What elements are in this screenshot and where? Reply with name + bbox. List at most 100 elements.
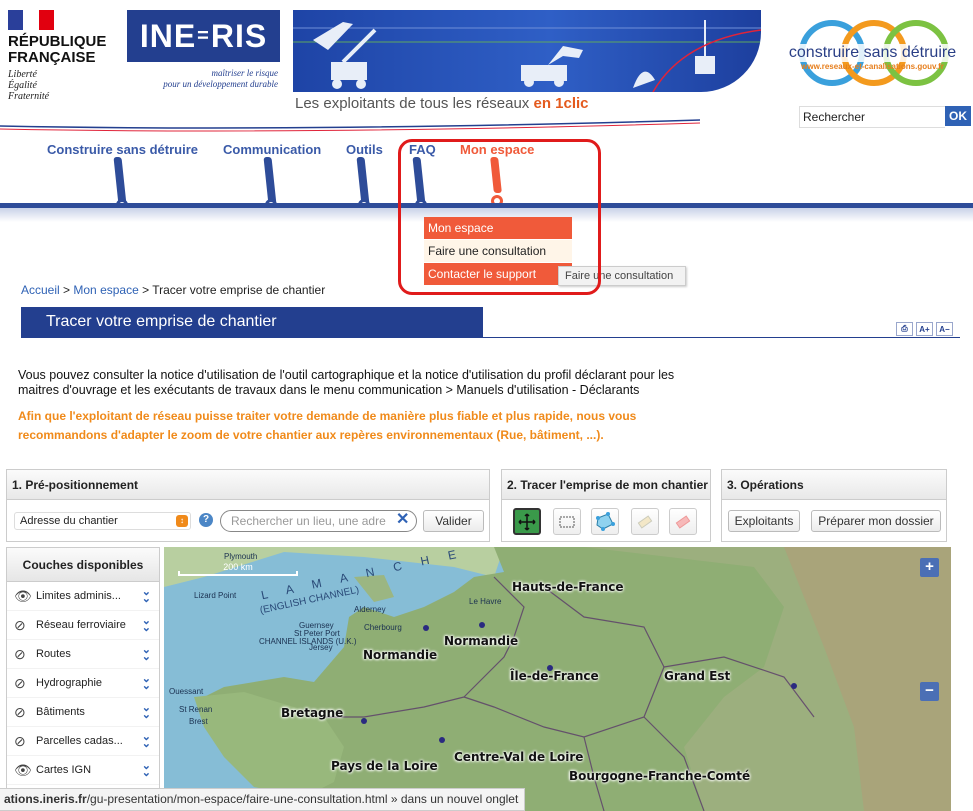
chevron-down-icon[interactable]: ⌄ ⌄ <box>142 616 151 634</box>
map-canvas[interactable]: L A M A N C H E (ENGLISH CHANNEL) Lizard… <box>164 547 951 811</box>
nav-outils[interactable]: Outils <box>346 142 383 157</box>
operations-title: 3. Opérations <box>722 470 946 500</box>
region-label: Normandie <box>363 648 438 662</box>
chevron-down-icon[interactable]: ⌄ ⌄ <box>142 761 151 779</box>
layer-row[interactable]: 👁 Limites adminis... ⌄ ⌄ <box>7 582 159 611</box>
exploitants-button[interactable]: Exploitants <box>728 510 800 532</box>
construire-sans-detruire-logo[interactable]: construire sans détruire www.reseaux-et-… <box>775 20 970 95</box>
clear-icon[interactable]: ✕ <box>396 511 409 529</box>
font-decrease-icon[interactable]: A− <box>936 322 953 336</box>
layers-title: Couches disponibles <box>7 548 159 582</box>
breadcrumb-home[interactable]: Accueil <box>21 283 60 297</box>
prepositionnement-title: 1. Pré-positionnement <box>7 470 489 500</box>
status-url-host: ations.ineris.fr <box>4 792 87 806</box>
nav-construire-sans-detruire[interactable]: Construire sans détruire <box>47 142 198 157</box>
layer-row[interactable]: ⊘ Bâtiments ⌄ ⌄ <box>7 698 159 727</box>
status-url-path: /gu-presentation/mon-espace/faire-une-co… <box>86 792 519 806</box>
layer-row[interactable]: ⊘ Parcelles cadas... ⌄ ⌄ <box>7 727 159 756</box>
nav-stem <box>113 157 127 205</box>
layer-label: Limites adminis... <box>36 590 121 602</box>
browser-status-bar: ations.ineris.fr/gu-presentation/mon-esp… <box>0 788 526 811</box>
rf-title-line1: RÉPUBLIQUE <box>8 33 107 50</box>
layer-row[interactable]: ⊘ Hydrographie ⌄ ⌄ <box>7 669 159 698</box>
layer-row[interactable]: 👁 Cartes IGN ⌄ ⌄ <box>7 756 159 785</box>
eye-off-icon[interactable]: ⊘ <box>14 675 36 692</box>
eye-icon[interactable]: 👁 <box>14 762 36 779</box>
region-label: Bourgogne-Franche-Comté <box>569 769 751 783</box>
eye-off-icon[interactable]: ⊘ <box>14 617 36 634</box>
layer-row[interactable]: ⊘ Réseau ferroviaire ⌄ ⌄ <box>7 611 159 640</box>
french-flag-icon <box>8 10 54 30</box>
eye-off-icon[interactable]: ⊘ <box>14 704 36 721</box>
draw-title: 2. Tracer l'emprise de mon chantier <box>502 470 710 500</box>
help-icon[interactable]: ? <box>199 513 213 527</box>
address-type-value: Adresse du chantier <box>20 515 118 527</box>
chevron-down-icon[interactable]: ⌄ ⌄ <box>142 703 151 721</box>
breadcrumb: Accueil > Mon espace > Tracer votre empr… <box>21 283 325 297</box>
ineris-logo[interactable]: INE = RIS maîtriser le risque pour un déve… <box>127 10 280 95</box>
chevron-down-icon[interactable]: ⌄ ⌄ <box>142 674 151 692</box>
layers-panel: Couches disponibles 👁 Limites adminis...… <box>6 547 160 811</box>
region-label: Île-de-France <box>510 669 599 683</box>
polygon-tool-icon[interactable] <box>591 508 619 535</box>
nav-stem <box>356 157 370 205</box>
republique-francaise-logo[interactable]: RÉPUBLIQUE FRANÇAISE Liberté Égalité Fra… <box>8 10 123 102</box>
eye-icon[interactable]: 👁 <box>14 588 36 605</box>
region-label: Hauts-de-France <box>512 580 624 594</box>
nav-communication[interactable]: Communication <box>223 142 321 157</box>
delete-shape-icon[interactable] <box>669 508 697 535</box>
preparer-dossier-button[interactable]: Préparer mon dossier <box>811 510 941 532</box>
map-place: Lizard Point <box>194 591 237 600</box>
font-increase-icon[interactable]: A+ <box>916 322 933 336</box>
map-place: St Peter Port <box>294 629 340 638</box>
map-scale-bar <box>178 571 298 576</box>
rf-title-line2: FRANÇAISE <box>8 49 96 66</box>
eye-off-icon[interactable]: ⊘ <box>14 646 36 663</box>
ineris-tagline-1: maîtriser le risque <box>211 68 279 78</box>
chevron-down-icon[interactable]: ⌄ ⌄ <box>142 732 151 750</box>
breadcrumb-sep: > <box>142 283 150 297</box>
zoom-in-button[interactable]: + <box>920 558 939 577</box>
region-label: Pays de la Loire <box>331 759 438 773</box>
map-place: St Renan <box>179 705 213 714</box>
title-underline <box>21 337 960 338</box>
banner-illustration <box>293 10 761 92</box>
rf-motto-egalite: Égalité <box>8 80 37 91</box>
rf-motto-liberte: Liberté <box>8 69 37 80</box>
map-scale: 200 km <box>178 562 298 576</box>
layer-row[interactable]: ⊘ Routes ⌄ ⌄ <box>7 640 159 669</box>
banner-caption: Les exploitants de tous les réseaux <box>295 95 530 112</box>
region-label: Normandie <box>444 634 519 648</box>
address-type-select[interactable]: Adresse du chantier ↕ <box>14 512 191 530</box>
zoom-out-button[interactable]: − <box>920 682 939 701</box>
chevron-down-icon[interactable]: ⌄ ⌄ <box>142 645 151 663</box>
map-place: Alderney <box>354 605 386 614</box>
layer-label: Cartes IGN <box>36 764 92 776</box>
header-decor-line <box>0 119 700 132</box>
search-input[interactable]: Rechercher <box>799 106 945 128</box>
pan-tool-icon[interactable] <box>513 508 541 535</box>
intro-line-2: maitres d'ouvrage et les exécutants de t… <box>18 383 640 397</box>
chevron-down-icon[interactable]: ⌄ ⌄ <box>142 587 151 605</box>
map-place: Plymouth <box>224 552 258 561</box>
print-icon[interactable]: ⎙ <box>896 322 913 336</box>
place-search-input[interactable]: Rechercher un lieu, une adre <box>220 510 417 532</box>
eye-off-icon[interactable]: ⊘ <box>14 733 36 750</box>
layer-label: Routes <box>36 648 71 660</box>
page-tools: ⎙ A+ A− <box>896 322 953 336</box>
breadcrumb-mon-espace[interactable]: Mon espace <box>73 283 138 297</box>
annotation-highlight-box <box>398 139 601 295</box>
warning-text: Afin que l'exploitant de réseau puisse t… <box>18 407 678 445</box>
map-place: Ouessant <box>169 687 204 696</box>
rectangle-tool-icon[interactable] <box>553 508 581 535</box>
ineris-logo-text: INE = RIS <box>127 10 280 62</box>
validate-button[interactable]: Valider <box>423 510 484 532</box>
map-place: Le Havre <box>469 597 502 606</box>
breadcrumb-current: Tracer votre emprise de chantier <box>152 283 326 297</box>
breadcrumb-sep: > <box>63 283 71 297</box>
construction-machines-icon <box>293 20 761 92</box>
search-ok-button[interactable]: OK <box>945 106 971 126</box>
eraser-icon[interactable] <box>631 508 659 535</box>
select-caret-icon: ↕ <box>176 515 188 527</box>
layer-label: Parcelles cadas... <box>36 735 123 747</box>
